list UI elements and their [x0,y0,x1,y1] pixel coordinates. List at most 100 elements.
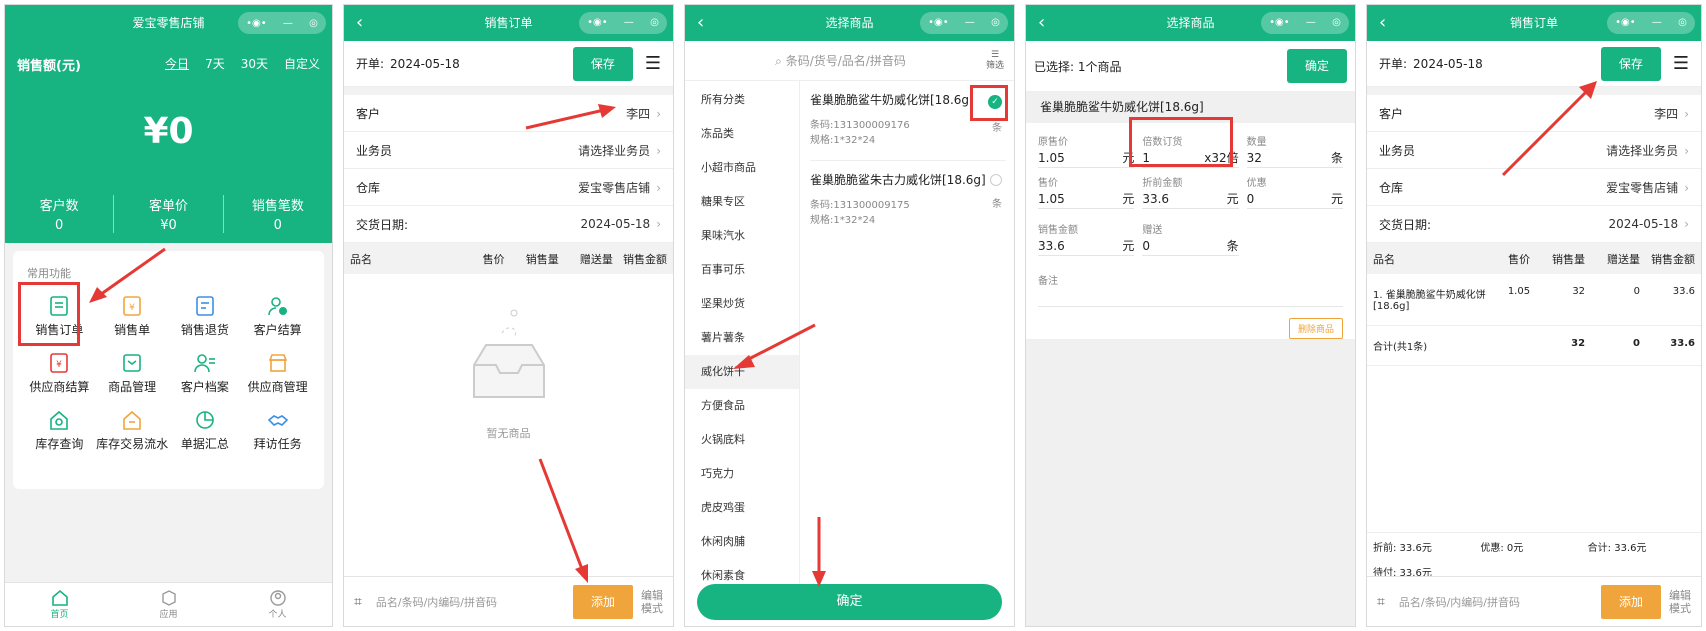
menu-sales-slip[interactable]: ¥ 销售单 [96,295,169,338]
category-item[interactable]: 冻品类 [685,117,799,151]
category-item[interactable]: 小超市商品 [685,151,799,185]
menu-icon[interactable]: ☰ [645,53,661,74]
confirm-button[interactable]: 确定 [1287,49,1347,83]
row-salesperson[interactable]: 业务员 请选择业务员 › [344,132,673,169]
mini-program-capsule[interactable]: •◉• — ◎ [1261,12,1349,34]
menu-supplier-settlement[interactable]: ¥ 供应商结算 [23,352,96,395]
mini-program-capsule[interactable]: •◉• — ◎ [920,12,1008,34]
menu-visit-task[interactable]: 拜访任务 [241,409,314,452]
tab-today[interactable]: 今日 [165,55,189,72]
category-item[interactable]: 所有分类 [685,83,799,117]
sales-order-filled-screen: ‹ 销售订单 •◉• — ◎ 开单: 2024-05-18 保存 ☰ 客户 李四 › 业务员请… [1366,4,1702,627]
product-search-input[interactable]: ⌕ 条码/货号/品名/拼音码 [695,52,986,69]
edit-mode-button[interactable]: 编辑 模式 [1669,589,1691,615]
save-button[interactable]: 保存 [1600,46,1661,81]
bottom-bar: ⌗ 品名/条码/内编码/拼音码 添加 编辑 模式 [344,576,673,626]
original-price-field[interactable]: 1.05 元 [1038,148,1135,168]
chevron-right-icon: › [656,106,661,121]
row-delivery-date[interactable]: 交货日期: 2024-05-18 › [344,206,673,243]
open-date[interactable]: 2024-05-18 [390,57,460,71]
mini-program-capsule[interactable]: •◉• — ◎ [238,12,326,34]
home-icon [51,589,68,606]
menu-sales-return[interactable]: 销售退货 [169,295,242,338]
search-icon: ⌕ [775,54,782,68]
category-item[interactable]: 方便食品 [685,389,799,423]
delete-product-button[interactable]: 删除商品 [1288,318,1343,339]
home-screen: 爱宝零售店铺 •◉• — ◎ 销售额(元) 今日 7天 30天 自定义 ¥0 客户数… [4,4,333,627]
table-row[interactable]: 1. 雀巢脆脆鲨牛奶威化饼[18.6g] 1.05 32 0 33.6 [1367,274,1701,326]
page-title: 选择商品 [825,16,874,30]
row-warehouse[interactable]: 仓库 爱宝零售店铺 › [344,169,673,206]
tab-custom[interactable]: 自定义 [284,55,320,72]
price-field[interactable]: 1.05 元 [1038,189,1135,209]
scan-icon[interactable]: ⌗ [354,594,362,610]
supplier-settlement-icon: ¥ [50,353,69,373]
category-item-selected[interactable]: 威化饼干 [685,355,799,389]
row-delivery-date[interactable]: 交货日期: 2024-05-18 › [1367,206,1701,243]
sales-label: 销售额(元) [17,59,81,74]
open-date[interactable]: 2024-05-18 [1413,57,1483,71]
category-item[interactable]: 糖果专区 [685,185,799,219]
product-search-input[interactable]: 品名/条码/内编码/拼音码 [376,594,573,610]
chevron-right-icon: › [1684,143,1689,158]
tab-30days[interactable]: 30天 [241,55,268,72]
category-item[interactable]: 休闲肉脯 [685,525,799,559]
quantity-field[interactable]: 32 条 [1246,148,1343,168]
row-customer[interactable]: 客户 李四 › [1367,95,1701,132]
svg-text:¥: ¥ [129,303,135,313]
stat-order-count: 销售笔数 0 [251,199,304,233]
category-item[interactable]: 虎皮鸡蛋 [685,491,799,525]
row-salesperson[interactable]: 业务员 请选择业务员 › [1367,132,1701,169]
back-button[interactable]: ‹ [1038,5,1045,41]
menu-product-management[interactable]: 商品管理 [96,352,169,395]
category-item[interactable]: 果味汽水 [685,219,799,253]
pre-discount-field: 33.6 元 [1142,189,1239,209]
tab-7days[interactable]: 7天 [205,55,225,72]
category-item[interactable]: 火锅底料 [685,423,799,457]
gift-field[interactable]: 0条 [1142,236,1239,256]
menu-inventory-query[interactable]: 库存查询 [23,409,96,452]
filter-button[interactable]: ☰ 筛选 [986,50,1004,72]
product-item[interactable]: 雀巢脆脆鲨朱古力威化饼[18.6g] 条码:131300009175 规格:1*… [810,161,1006,231]
mini-program-capsule[interactable]: •◉• — ◎ [579,12,667,34]
page-title: 选择商品 [1166,16,1215,30]
menu-customer-settlement[interactable]: 客户结算 [241,295,314,338]
confirm-button[interactable]: 确定 [697,584,1002,620]
selected-count: 已选择: 1个商品 [1034,59,1122,74]
discount-field[interactable]: 0元 [1246,189,1343,209]
menu-inventory-flow[interactable]: 库存交易流水 [96,409,169,452]
back-button[interactable]: ‹ [697,5,704,41]
save-button[interactable]: 保存 [572,46,633,81]
nav-apps[interactable]: 应用 [114,583,223,626]
stat-avg-order: 客单价 ¥0 [113,195,224,233]
row-customer[interactable]: 客户 李四 › [344,95,673,132]
stats-row: 客户数 0 客单价 ¥0 销售笔数 0 [5,195,332,233]
row-warehouse[interactable]: 仓库 爱宝零售店铺 › [1367,169,1701,206]
category-item[interactable]: 巧克力 [685,457,799,491]
category-item[interactable]: 百事可乐 [685,253,799,287]
sales-amount-field[interactable]: 33.6 元 [1038,236,1135,256]
mini-program-capsule[interactable]: •◉• — ◎ [1607,12,1695,34]
edit-mode-button[interactable]: 编辑 模式 [641,589,663,615]
add-button[interactable]: 添加 [573,584,633,619]
menu-supplier-management[interactable]: 供应商管理 [241,352,314,395]
svg-text:¥: ¥ [57,360,63,370]
nav-home[interactable]: 首页 [5,583,114,626]
note-field[interactable] [1038,287,1343,307]
category-item[interactable]: 坚果炒货 [685,287,799,321]
scan-icon[interactable]: ⌗ [1377,594,1385,610]
unchecked-icon[interactable] [990,174,1002,186]
select-product-screen: ‹ 选择商品 •◉• — ◎ ⌕ 条码/货号/品名/拼音码 ☰ 筛选 所有分类 冻品类 小… [684,4,1015,627]
chevron-right-icon: › [656,143,661,158]
back-button[interactable]: ‹ [1379,5,1386,41]
nav-profile[interactable]: 个人 [223,583,332,626]
sales-amount: ¥0 [143,111,194,152]
menu-icon[interactable]: ☰ [1673,53,1689,74]
product-search-input[interactable]: 品名/条码/内编码/拼音码 [1399,594,1601,610]
back-button[interactable]: ‹ [356,5,363,41]
open-label: 开单: [1379,57,1408,71]
menu-customer-archive[interactable]: 客户档案 [169,352,242,395]
category-item[interactable]: 薯片薯条 [685,321,799,355]
menu-document-summary[interactable]: 单据汇总 [169,409,242,452]
add-button[interactable]: 添加 [1601,584,1661,619]
